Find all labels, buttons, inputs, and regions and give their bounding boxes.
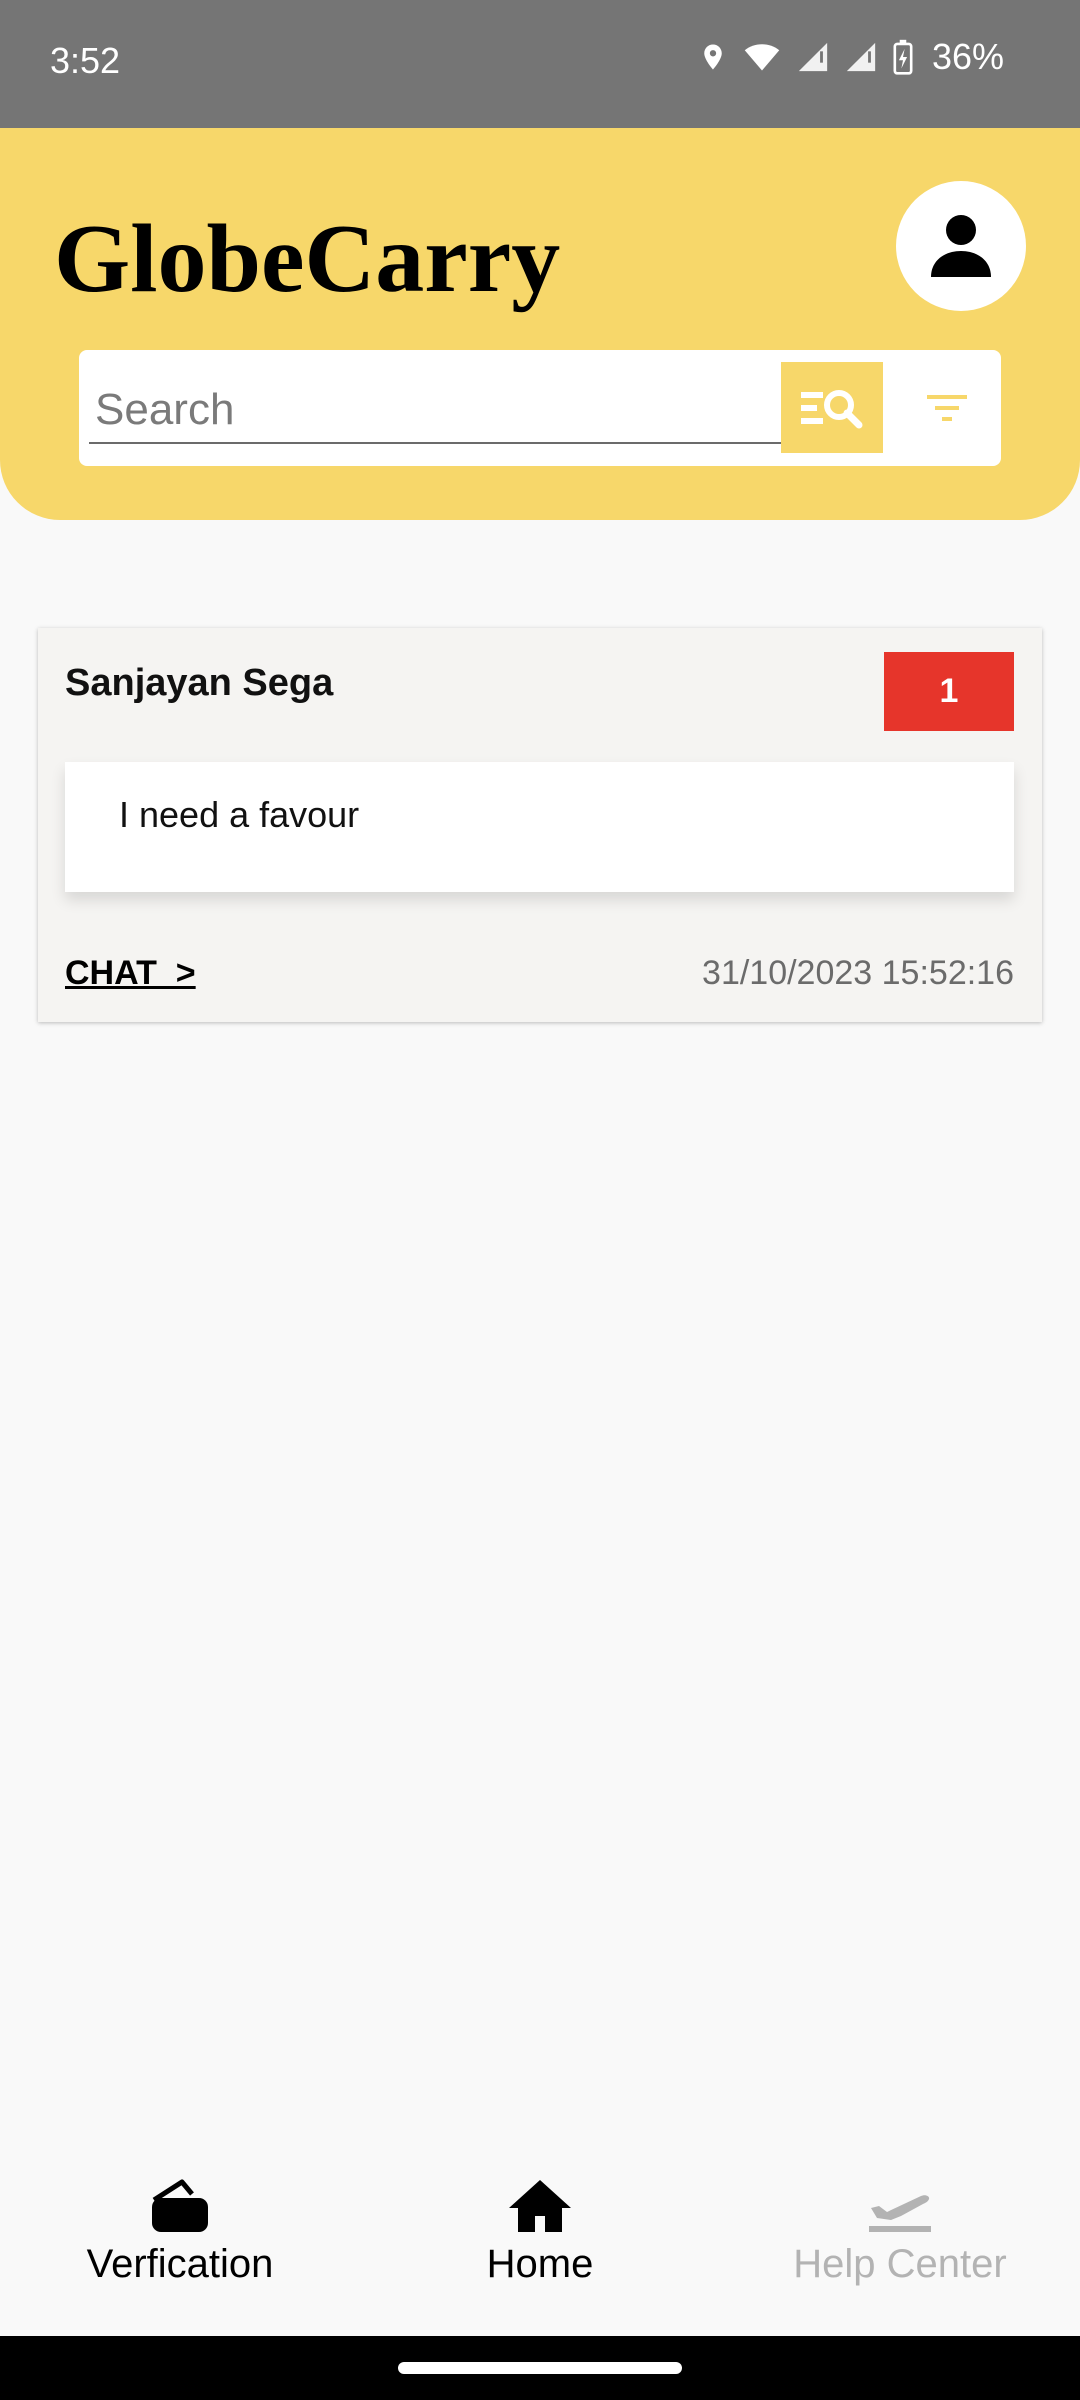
wallet-icon xyxy=(152,2179,208,2232)
status-time: 3:52 xyxy=(50,40,121,81)
nav-item-verification[interactable]: Verfication xyxy=(50,2178,310,2287)
signal-icon xyxy=(798,42,828,72)
filter-button[interactable] xyxy=(917,380,977,436)
battery-charging-icon xyxy=(893,39,913,75)
chat-link[interactable]: CHAT > xyxy=(65,954,196,993)
home-icon xyxy=(509,2180,571,2232)
message-timestamp: 31/10/2023 15:52:16 xyxy=(702,954,1014,992)
message-card[interactable]: Sanjayan Sega 1 I need a favour CHAT > 3… xyxy=(38,628,1042,1022)
home-gesture-handle[interactable] xyxy=(398,2362,682,2374)
nav-label-help-center: Help Center xyxy=(793,2242,1007,2286)
app-title: GlobeCarry xyxy=(54,205,561,313)
message-text: I need a favour xyxy=(119,794,360,835)
nav-item-help-center[interactable]: Help Center xyxy=(770,2178,1030,2287)
wifi-icon xyxy=(744,44,780,71)
list-search-icon xyxy=(801,389,863,428)
nav-label-verification: Verfication xyxy=(86,2242,274,2286)
status-bar: 3:52 36% xyxy=(0,0,1080,128)
signal-icon xyxy=(846,42,876,72)
nav-label-home: Home xyxy=(486,2242,594,2286)
filter-icon xyxy=(927,395,967,421)
message-preview: I need a favour xyxy=(65,762,1014,892)
person-icon xyxy=(931,215,991,277)
battery-percentage: 36% xyxy=(931,36,1004,77)
search-input[interactable] xyxy=(89,378,837,444)
gesture-bar xyxy=(0,2336,1080,2400)
bottom-navigation: Verfication Home Help Center xyxy=(0,2150,1080,2336)
plane-icon xyxy=(869,2195,931,2232)
profile-button[interactable] xyxy=(896,181,1026,311)
search-button[interactable] xyxy=(781,362,883,453)
search-box xyxy=(79,350,1001,466)
unread-count-badge: 1 xyxy=(884,652,1014,731)
location-icon xyxy=(704,44,722,70)
header: GlobeCarry xyxy=(0,128,1080,520)
status-icons: 36% xyxy=(698,36,1004,78)
sender-name: Sanjayan Sega xyxy=(65,662,334,704)
nav-item-home[interactable]: Home xyxy=(410,2178,670,2287)
